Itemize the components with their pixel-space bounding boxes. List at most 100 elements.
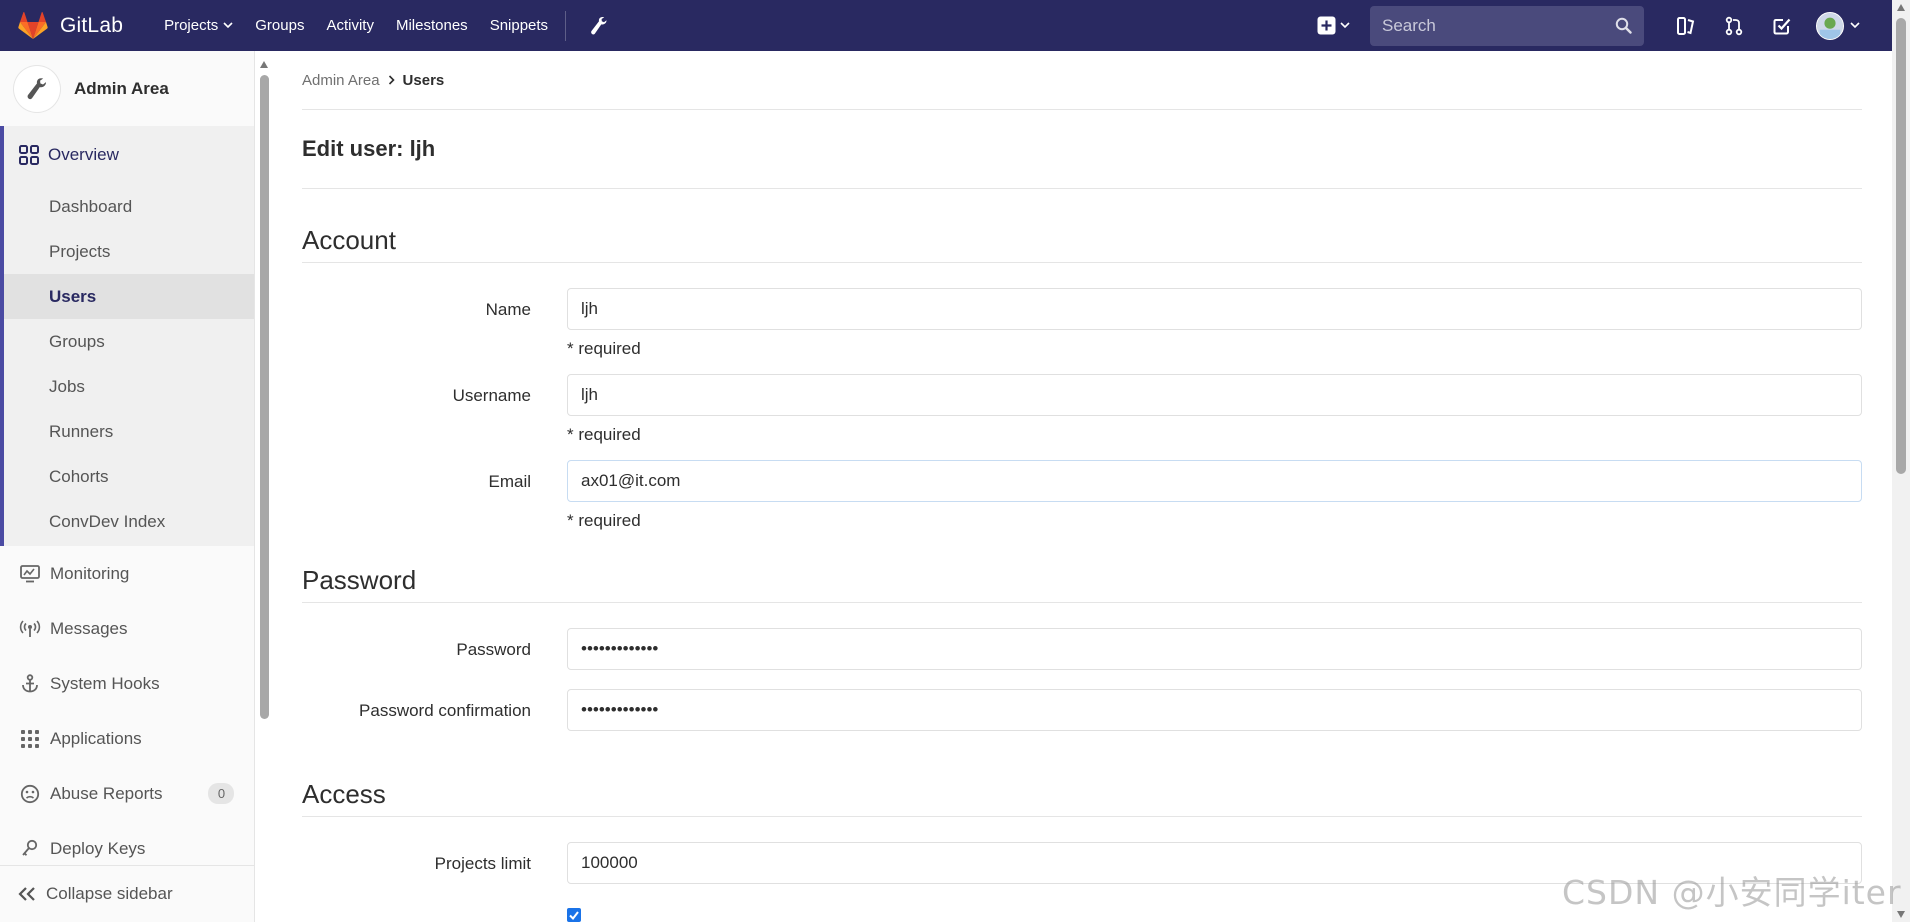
scroll-up-arrow-icon[interactable] <box>1897 4 1905 11</box>
password-section-title: Password <box>302 565 1862 603</box>
user-menu-dropdown[interactable] <box>1816 11 1860 40</box>
page-scrollbar-thumb[interactable] <box>1896 18 1906 474</box>
can-create-group-checkbox[interactable] <box>567 908 581 922</box>
anchor-icon <box>22 673 38 692</box>
nav-projects-label: Projects <box>164 17 219 34</box>
issues-link[interactable] <box>1662 0 1710 51</box>
username-label: Username <box>452 386 531 405</box>
navbar-right <box>1317 0 1892 51</box>
password-confirmation-form-row: Password confirmation <box>302 689 1862 731</box>
grid-icon <box>19 145 39 165</box>
sidebar-item-label: Monitoring <box>50 563 130 583</box>
sidebar-item-overview[interactable]: Overview <box>4 126 254 184</box>
nav-groups[interactable]: Groups <box>244 0 315 51</box>
username-required-hint: * required <box>567 425 641 444</box>
key-icon <box>22 839 38 856</box>
search-icon[interactable] <box>1615 17 1632 34</box>
nav-divider <box>565 10 567 41</box>
todo-check-icon <box>1773 18 1791 34</box>
sidebar-item-label: Abuse Reports <box>50 783 163 803</box>
email-form-row: Email * required <box>302 460 1862 531</box>
password-form-row: Password <box>302 628 1862 670</box>
main-content: Admin Area Users Edit user: ljh Account … <box>302 51 1862 922</box>
account-section-title: Account <box>302 225 1862 263</box>
sidebar-item-users[interactable]: Users <box>4 274 254 319</box>
nav-milestones-label: Milestones <box>395 17 468 34</box>
nav-milestones[interactable]: Milestones <box>385 0 479 51</box>
email-label: Email <box>488 472 531 491</box>
name-required-hint: * required <box>567 339 641 358</box>
sidebar-item-groups[interactable]: Groups <box>4 319 254 364</box>
password-label: Password <box>456 640 531 659</box>
sidebar-item-applications[interactable]: Applications <box>0 711 254 766</box>
sidebar-item-system-hooks[interactable]: System Hooks <box>0 656 254 711</box>
nav-activity[interactable]: Activity <box>315 0 385 51</box>
password-field[interactable] <box>567 628 1862 670</box>
user-avatar-icon <box>1816 11 1844 40</box>
search-input[interactable] <box>1382 15 1615 36</box>
admin-area-link[interactable] <box>578 0 620 51</box>
breadcrumb-users[interactable]: Users <box>403 72 445 89</box>
double-chevron-left-icon <box>18 887 35 901</box>
sidebar-item-label: System Hooks <box>50 673 160 693</box>
sidebar-item-runners[interactable]: Runners <box>4 409 254 454</box>
chevron-down-icon <box>1340 22 1350 29</box>
sidebar-item-convdev-index[interactable]: ConvDev Index <box>4 499 254 544</box>
sidebar-item-label: Deploy Keys <box>50 838 146 858</box>
nav-snippets-label: Snippets <box>489 17 549 34</box>
chevron-right-icon <box>388 75 395 85</box>
name-label: Name <box>485 300 531 319</box>
sidebar-item-messages[interactable]: Messages <box>0 601 254 656</box>
search-box <box>1370 5 1644 46</box>
broadcast-icon <box>19 619 41 637</box>
sidebar-item-jobs[interactable]: Jobs <box>4 364 254 409</box>
email-required-hint: * required <box>567 511 641 530</box>
sidebar-item-monitoring[interactable]: Monitoring <box>0 546 254 601</box>
wrench-icon <box>591 16 607 34</box>
nav-snippets[interactable]: Snippets <box>479 0 559 51</box>
merge-request-icon <box>1725 16 1743 35</box>
nav-activity-label: Activity <box>326 17 374 34</box>
checkmark-icon <box>569 910 579 920</box>
email-field[interactable] <box>567 460 1862 502</box>
brand-name: GitLab <box>60 13 124 37</box>
sidebar-item-label: Applications <box>50 728 142 748</box>
breadcrumb-admin-area[interactable]: Admin Area <box>302 72 380 89</box>
admin-sidebar: Admin Area Overview Dashboard Projects U… <box>0 51 255 922</box>
gitlab-home-link[interactable]: GitLab <box>18 11 124 40</box>
plus-square-icon <box>1317 16 1336 35</box>
name-field[interactable] <box>567 288 1862 330</box>
chevron-down-icon <box>1850 22 1860 29</box>
sidebar-item-cohorts[interactable]: Cohorts <box>4 454 254 499</box>
issues-icon <box>1677 16 1695 35</box>
new-item-dropdown[interactable] <box>1317 16 1350 35</box>
monitor-icon <box>20 564 40 582</box>
nav-groups-label: Groups <box>255 17 305 34</box>
sidebar-item-abuse-reports[interactable]: Abuse Reports 0 <box>0 766 254 821</box>
todos-link[interactable] <box>1758 0 1806 51</box>
sidebar-title: Admin Area <box>74 78 169 98</box>
scroll-up-arrow-icon[interactable] <box>260 61 268 68</box>
access-section-title: Access <box>302 779 1862 817</box>
sidebar-item-label: Messages <box>50 618 128 638</box>
sidebar-item-label: Overview <box>48 145 119 164</box>
password-confirmation-field[interactable] <box>567 689 1862 731</box>
main-nav: Projects Groups Activity Milestones Snip… <box>153 0 620 51</box>
sidebar-item-dashboard[interactable]: Dashboard <box>4 184 254 229</box>
sidebar-item-projects[interactable]: Projects <box>4 229 254 274</box>
username-field[interactable] <box>567 374 1862 416</box>
password-confirmation-label: Password confirmation <box>359 701 531 720</box>
merge-requests-link[interactable] <box>1710 0 1758 51</box>
nav-projects-dropdown[interactable]: Projects <box>153 0 244 51</box>
name-form-row: Name * required <box>302 288 1862 359</box>
collapse-sidebar-button[interactable]: Collapse sidebar <box>0 865 254 922</box>
sidebar-scrollbar[interactable] <box>258 61 271 869</box>
page-scrollbar[interactable] <box>1892 0 1910 922</box>
sidebar-scrollbar-thumb[interactable] <box>260 75 269 719</box>
sidebar-header[interactable]: Admin Area <box>0 51 254 126</box>
projects-limit-label: Projects limit <box>434 854 531 873</box>
watermark: CSDN @小安同学iter <box>1562 873 1902 912</box>
abuse-reports-count-badge: 0 <box>208 783 235 804</box>
collapse-sidebar-label: Collapse sidebar <box>46 884 173 903</box>
admin-area-avatar <box>14 65 60 112</box>
